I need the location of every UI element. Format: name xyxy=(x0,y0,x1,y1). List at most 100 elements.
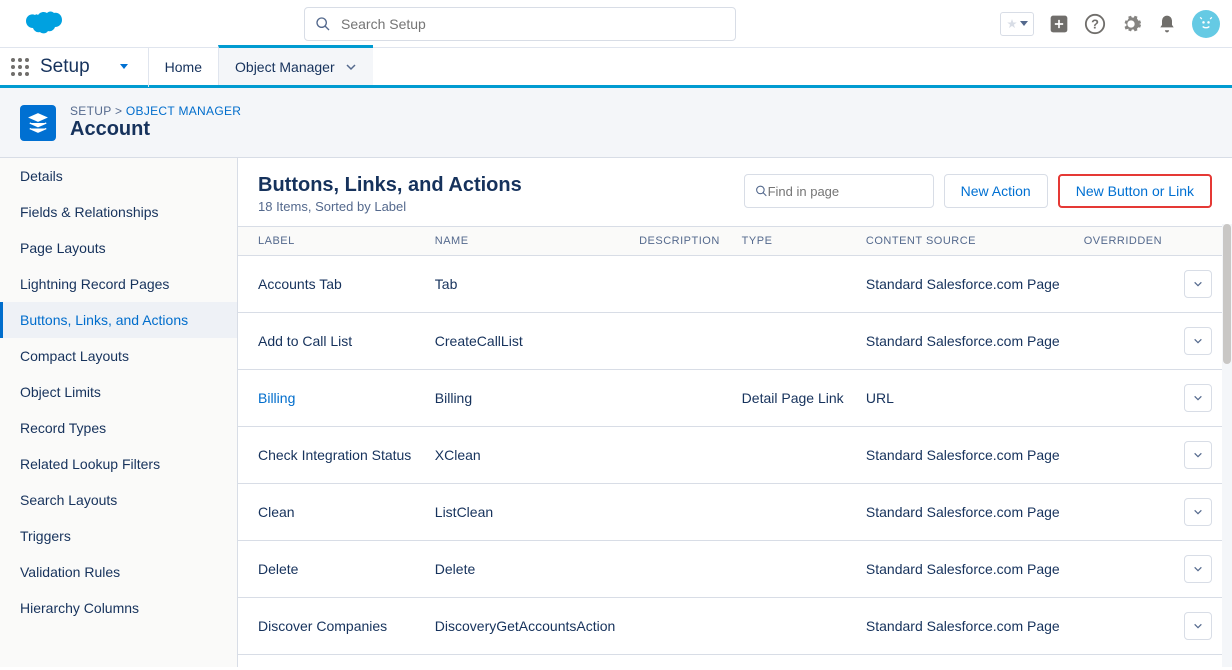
chevron-down-icon[interactable] xyxy=(120,64,128,69)
table-cell xyxy=(629,598,732,655)
table-cell xyxy=(1074,598,1174,655)
table-cell xyxy=(629,655,732,668)
sidebar-item-buttons-links-and-actions[interactable]: Buttons, Links, and Actions xyxy=(0,302,237,338)
sidebar-item-lightning-record-pages[interactable]: Lightning Record Pages xyxy=(0,266,237,302)
table-cell: Accounts Tab xyxy=(238,256,425,313)
table-cell xyxy=(1074,256,1174,313)
sidebar-item-related-lookup-filters[interactable]: Related Lookup Filters xyxy=(0,446,237,482)
sidebar-item-object-limits[interactable]: Object Limits xyxy=(0,374,237,410)
table-cell xyxy=(1074,370,1174,427)
search-input[interactable] xyxy=(341,16,725,32)
svg-text:?: ? xyxy=(1091,16,1099,31)
add-icon[interactable] xyxy=(1048,13,1070,35)
row-menu-button[interactable] xyxy=(1184,612,1212,640)
table-row: Accounts TabTabStandard Salesforce.com P… xyxy=(238,256,1232,313)
column-header[interactable]: OVERRIDDEN xyxy=(1074,227,1174,256)
nav-item-object-manager[interactable]: Object Manager xyxy=(218,45,373,85)
table-cell xyxy=(629,256,732,313)
sidebar-item-search-layouts[interactable]: Search Layouts xyxy=(0,482,237,518)
table-cell xyxy=(732,598,856,655)
column-header[interactable]: NAME xyxy=(425,227,629,256)
help-icon[interactable]: ? xyxy=(1084,13,1106,35)
find-input[interactable] xyxy=(768,184,923,199)
nav-label: Home xyxy=(165,59,202,75)
table-cell: Standard Salesforce.com Page xyxy=(856,598,1074,655)
breadcrumb-root: SETUP xyxy=(70,104,111,118)
scrollbar[interactable] xyxy=(1222,224,1232,667)
salesforce-logo[interactable] xyxy=(20,9,64,39)
app-name-wrap: Setup xyxy=(40,56,148,78)
table-cell: ListClean xyxy=(425,484,629,541)
header-actions: ? xyxy=(1000,10,1220,38)
table-row: DeleteDeleteStandard Salesforce.com Page xyxy=(238,541,1232,598)
sidebar-item-hierarchy-columns[interactable]: Hierarchy Columns xyxy=(0,590,237,626)
table-cell: DiscoveryGetAccountsAction xyxy=(425,598,629,655)
row-menu-button[interactable] xyxy=(1184,498,1212,526)
favorites-button[interactable] xyxy=(1000,12,1034,36)
column-header[interactable]: CONTENT SOURCE xyxy=(856,227,1074,256)
table-cell xyxy=(732,655,856,668)
sidebar-item-record-types[interactable]: Record Types xyxy=(0,410,237,446)
main-header: Buttons, Links, and Actions 18 Items, So… xyxy=(238,158,1232,226)
row-menu-button[interactable] xyxy=(1184,441,1212,469)
layout: DetailsFields & RelationshipsPage Layout… xyxy=(0,158,1232,667)
table-cell: Standard Salesforce.com Page xyxy=(856,541,1074,598)
table-cell xyxy=(732,484,856,541)
table-cell xyxy=(629,541,732,598)
table-cell xyxy=(629,313,732,370)
table-row: Add to Call ListCreateCallListStandard S… xyxy=(238,313,1232,370)
row-menu-button[interactable] xyxy=(1184,327,1212,355)
table-cell xyxy=(629,427,732,484)
table-cell xyxy=(1074,313,1174,370)
table-row: Check Integration StatusXCleanStandard S… xyxy=(238,427,1232,484)
sidebar-item-fields-relationships[interactable]: Fields & Relationships xyxy=(0,194,237,230)
nav-item-home[interactable]: Home xyxy=(148,47,218,87)
new-action-button[interactable]: New Action xyxy=(944,174,1048,208)
page-title: Account xyxy=(70,118,241,141)
notifications-icon[interactable] xyxy=(1156,13,1178,35)
column-header[interactable]: LABEL xyxy=(238,227,425,256)
object-icon xyxy=(20,105,56,141)
main-actions: New Action New Button or Link xyxy=(744,174,1212,208)
table-cell: CreateCallList xyxy=(425,313,629,370)
table-cell: Edit xyxy=(238,655,425,668)
table-cell xyxy=(732,541,856,598)
breadcrumb-sep: > xyxy=(115,104,122,118)
sidebar-item-validation-rules[interactable]: Validation Rules xyxy=(0,554,237,590)
table-cell: Standard Salesforce.com Page xyxy=(856,484,1074,541)
table-cell xyxy=(732,256,856,313)
table-cell xyxy=(732,427,856,484)
row-menu-button[interactable] xyxy=(1184,555,1212,583)
avatar[interactable] xyxy=(1192,10,1220,38)
table-row: Discover CompaniesDiscoveryGetAccountsAc… xyxy=(238,598,1232,655)
column-header[interactable]: DESCRIPTION xyxy=(629,227,732,256)
app-launcher-icon[interactable] xyxy=(0,57,40,77)
search-icon xyxy=(315,16,331,32)
table-cell: Clean xyxy=(238,484,425,541)
column-header[interactable]: TYPE xyxy=(732,227,856,256)
sidebar-item-details[interactable]: Details xyxy=(0,158,237,194)
global-header: ? xyxy=(0,0,1232,48)
sidebar-item-page-layouts[interactable]: Page Layouts xyxy=(0,230,237,266)
chevron-down-icon xyxy=(345,61,357,73)
scrollbar-thumb[interactable] xyxy=(1223,224,1231,364)
table-row: BillingBillingDetail Page LinkURL xyxy=(238,370,1232,427)
row-menu-button[interactable] xyxy=(1184,384,1212,412)
actions-table: LABELNAMEDESCRIPTIONTYPECONTENT SOURCEOV… xyxy=(238,226,1232,667)
sidebar-item-triggers[interactable]: Triggers xyxy=(0,518,237,554)
table-row: EditEditStandard Salesforce.com Page xyxy=(238,655,1232,668)
section-subtitle: 18 Items, Sorted by Label xyxy=(258,199,522,214)
find-in-page[interactable] xyxy=(744,174,934,208)
gear-icon[interactable] xyxy=(1120,13,1142,35)
sidebar-item-compact-layouts[interactable]: Compact Layouts xyxy=(0,338,237,374)
new-button-or-link-button[interactable]: New Button or Link xyxy=(1058,174,1212,208)
breadcrumb-link[interactable]: OBJECT MANAGER xyxy=(126,104,241,118)
page-header: SETUP > OBJECT MANAGER Account xyxy=(0,88,1232,158)
table-cell: Standard Salesforce.com Page xyxy=(856,256,1074,313)
table-cell[interactable]: Billing xyxy=(238,370,425,427)
app-name: Setup xyxy=(40,56,90,78)
global-search[interactable] xyxy=(304,7,736,41)
row-menu-button[interactable] xyxy=(1184,270,1212,298)
table-cell: Detail Page Link xyxy=(732,370,856,427)
breadcrumb: SETUP > OBJECT MANAGER xyxy=(70,104,241,118)
